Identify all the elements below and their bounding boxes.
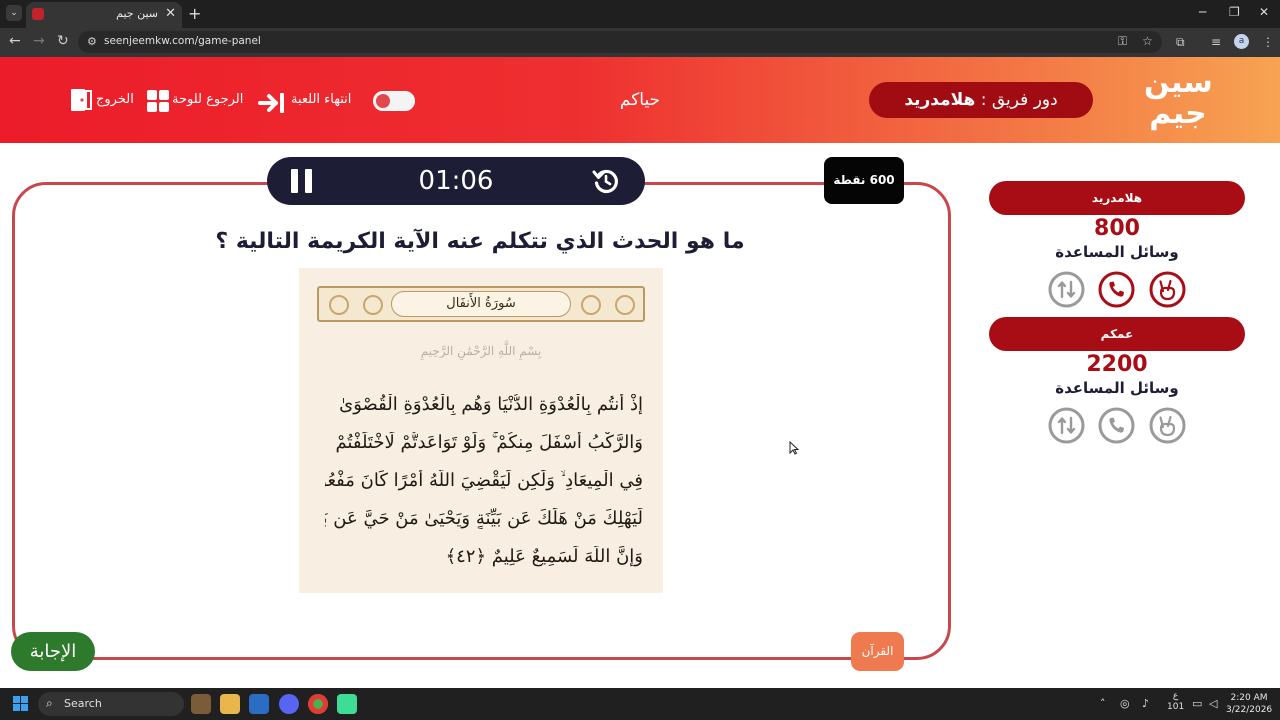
reset-timer-icon[interactable] [592, 167, 620, 195]
ornament-icon [329, 295, 349, 315]
input-language-indicator[interactable]: ع 101 [1167, 691, 1184, 713]
chrome-app-icon[interactable] [308, 694, 328, 714]
store-app-icon[interactable] [249, 694, 269, 714]
ornament-icon [615, 295, 635, 315]
exit-label[interactable]: الخروج [96, 87, 134, 113]
menu-kebab-icon[interactable]: ⋮ [1262, 35, 1274, 49]
clock-time: 2:20 AM [1230, 693, 1268, 703]
help-aids-label: وسائل المساعدة [1055, 379, 1179, 397]
sura-header-frame: سُورَةُ الأَنفَال [317, 286, 645, 322]
mouse-cursor-icon [789, 441, 799, 455]
greeting-title: حياكم [619, 90, 661, 110]
tray-overflow-icon[interactable]: ˄ [1100, 697, 1106, 710]
arrow-to-line-icon[interactable] [258, 90, 286, 116]
verse-line: لِّيَهْلِكَ مَنْ هَلَكَ عَن بَيِّنَةٍ وَ… [325, 508, 643, 529]
basmala: بِسْمِ اللَّهِ الرَّحْمَٰنِ الرَّحِيمِ [420, 344, 542, 358]
verse-line: وَالرَّكْبُ أَسْفَلَ مِنكُمْ ۚ وَلَوْ تَ… [335, 432, 643, 453]
widgets-app-icon[interactable] [191, 694, 211, 714]
taskbar-search[interactable]: ⌕ Search [38, 692, 184, 716]
end-game-toggle[interactable] [373, 91, 415, 111]
address-bar[interactable]: ⚙ seenjeemkw.com/game-panel ⚿ ☆ [78, 31, 1162, 53]
exit-door-icon[interactable] [70, 88, 92, 112]
system-clock[interactable]: 2:20 AM 3/22/2026 [1226, 692, 1272, 716]
discord-app-icon[interactable] [279, 694, 299, 714]
phone-icon[interactable] [1098, 271, 1135, 308]
site-info-icon[interactable]: ⚙ [87, 35, 97, 48]
switch-icon[interactable] [1048, 407, 1085, 444]
browser-toolbar: ← → ↻ ⚙ seenjeemkw.com/game-panel ⚿ ☆ ⧉ … [0, 28, 1280, 57]
quran-verse-image: سُورَةُ الأَنفَال بِسْمِ اللَّهِ الرَّحْ… [299, 268, 663, 593]
show-answer-button[interactable]: الإجابة [11, 632, 95, 671]
ime-main: ع [1172, 691, 1179, 701]
seenjeem-logo[interactable]: سين جيم [1144, 65, 1213, 133]
phone-icon[interactable] [1098, 407, 1135, 444]
team-score: 800 [1094, 216, 1140, 241]
peace-hand-icon[interactable] [1149, 271, 1186, 308]
logo-line-bottom: جيم [1149, 96, 1207, 131]
tab-close-icon[interactable]: ✕ [165, 6, 176, 21]
ime-sub: 101 [1167, 702, 1185, 712]
sura-name: سُورَةُ الأَنفَال [391, 291, 571, 317]
back-icon[interactable]: ← [9, 33, 21, 49]
peace-hand-icon[interactable] [1149, 407, 1186, 444]
board-grid-icon[interactable] [147, 90, 169, 112]
team-score: 2200 [1086, 352, 1148, 377]
question-points-badge: 600 نقطة [824, 157, 904, 204]
chat-app-icon[interactable] [337, 694, 357, 714]
tab-search-icon[interactable]: ⌄ [6, 5, 22, 21]
extensions-icon[interactable]: ⧉ [1176, 35, 1185, 50]
verse-line: إِذْ أَنتُم بِالْعُدْوَةِ الدُّنْيَا وَه… [339, 394, 643, 415]
ornament-icon [363, 295, 383, 315]
volume-icon[interactable]: ◁ [1209, 697, 1217, 710]
search-icon: ⌕ [46, 696, 53, 710]
logo-line-top: سين [1144, 65, 1213, 100]
search-placeholder: Search [64, 697, 102, 710]
turn-team-name: هلامدريد [904, 90, 976, 110]
reload-icon[interactable]: ↻ [57, 33, 69, 49]
new-tab-icon[interactable]: + [188, 4, 201, 23]
help-aids-label: وسائل المساعدة [1055, 243, 1179, 261]
turn-prefix: دور فريق : [975, 90, 1058, 110]
bookmark-star-icon[interactable]: ☆ [1142, 34, 1153, 48]
password-key-icon[interactable]: ⚿ [1118, 34, 1127, 49]
verse-line: وَإِنَّ اللَّهَ لَسَمِيعٌ عَلِيمٌ ﴿٤٢﴾ [445, 546, 643, 567]
microphone-icon[interactable]: ♪ [1142, 697, 1149, 710]
question-text: ما هو الحدث الذي تتكلم عنه الآية الكريمة… [215, 229, 745, 254]
restore-icon[interactable]: ❐ [1229, 5, 1240, 19]
team-turn-indicator: دور فريق : هلامدريد [869, 82, 1093, 118]
ornament-icon [581, 295, 601, 315]
minimize-icon[interactable]: ─ [1199, 5, 1206, 19]
display-icon[interactable]: ▭ [1192, 697, 1202, 710]
switch-icon[interactable] [1048, 271, 1085, 308]
tab-title: سين جيم [116, 7, 158, 20]
clock-date: 3/22/2026 [1226, 705, 1273, 715]
timer-bar: 01:06 [267, 157, 645, 205]
verse-line: فِي الْمِيعَادِ ۙ وَلَٰكِن لِّيَقْضِيَ ا… [325, 470, 643, 491]
pause-icon[interactable] [291, 169, 313, 193]
back-to-board-label[interactable]: الرجوع للوحة [172, 87, 243, 113]
windows-start-icon[interactable] [13, 696, 29, 712]
browser-tab-bar: ⌄ سين جيم ✕ + ─ ❐ ✕ [0, 0, 1280, 28]
game-header: سين جيم دور فريق : هلامدريد حياكم انتهاء… [0, 57, 1280, 143]
profile-avatar[interactable]: a [1234, 34, 1249, 49]
team-name-pill: عمكم [989, 317, 1245, 351]
end-game-label[interactable]: انتهاء اللعبة [291, 87, 351, 113]
url-text[interactable]: seenjeemkw.com/game-panel [104, 35, 261, 47]
close-window-icon[interactable]: ✕ [1259, 5, 1269, 19]
category-badge: القرآن [851, 632, 904, 671]
browser-tab[interactable]: سين جيم ✕ [26, 2, 182, 28]
tray-sync-icon[interactable]: ◎ [1120, 697, 1130, 710]
windows-taskbar: ⌕ Search ˄ ◎ ♪ ع 101 ▭ ◁ 2:20 AM 3/22/202… [0, 688, 1280, 720]
timer-display: 01:06 [418, 166, 494, 196]
forward-icon[interactable]: → [33, 33, 45, 49]
toggle-knob [376, 94, 390, 108]
team-name-pill: هلامدريد [989, 181, 1245, 215]
site-favicon-icon [32, 8, 44, 20]
file-explorer-icon[interactable] [220, 694, 240, 714]
media-control-icon[interactable]: ≡ [1211, 35, 1221, 49]
